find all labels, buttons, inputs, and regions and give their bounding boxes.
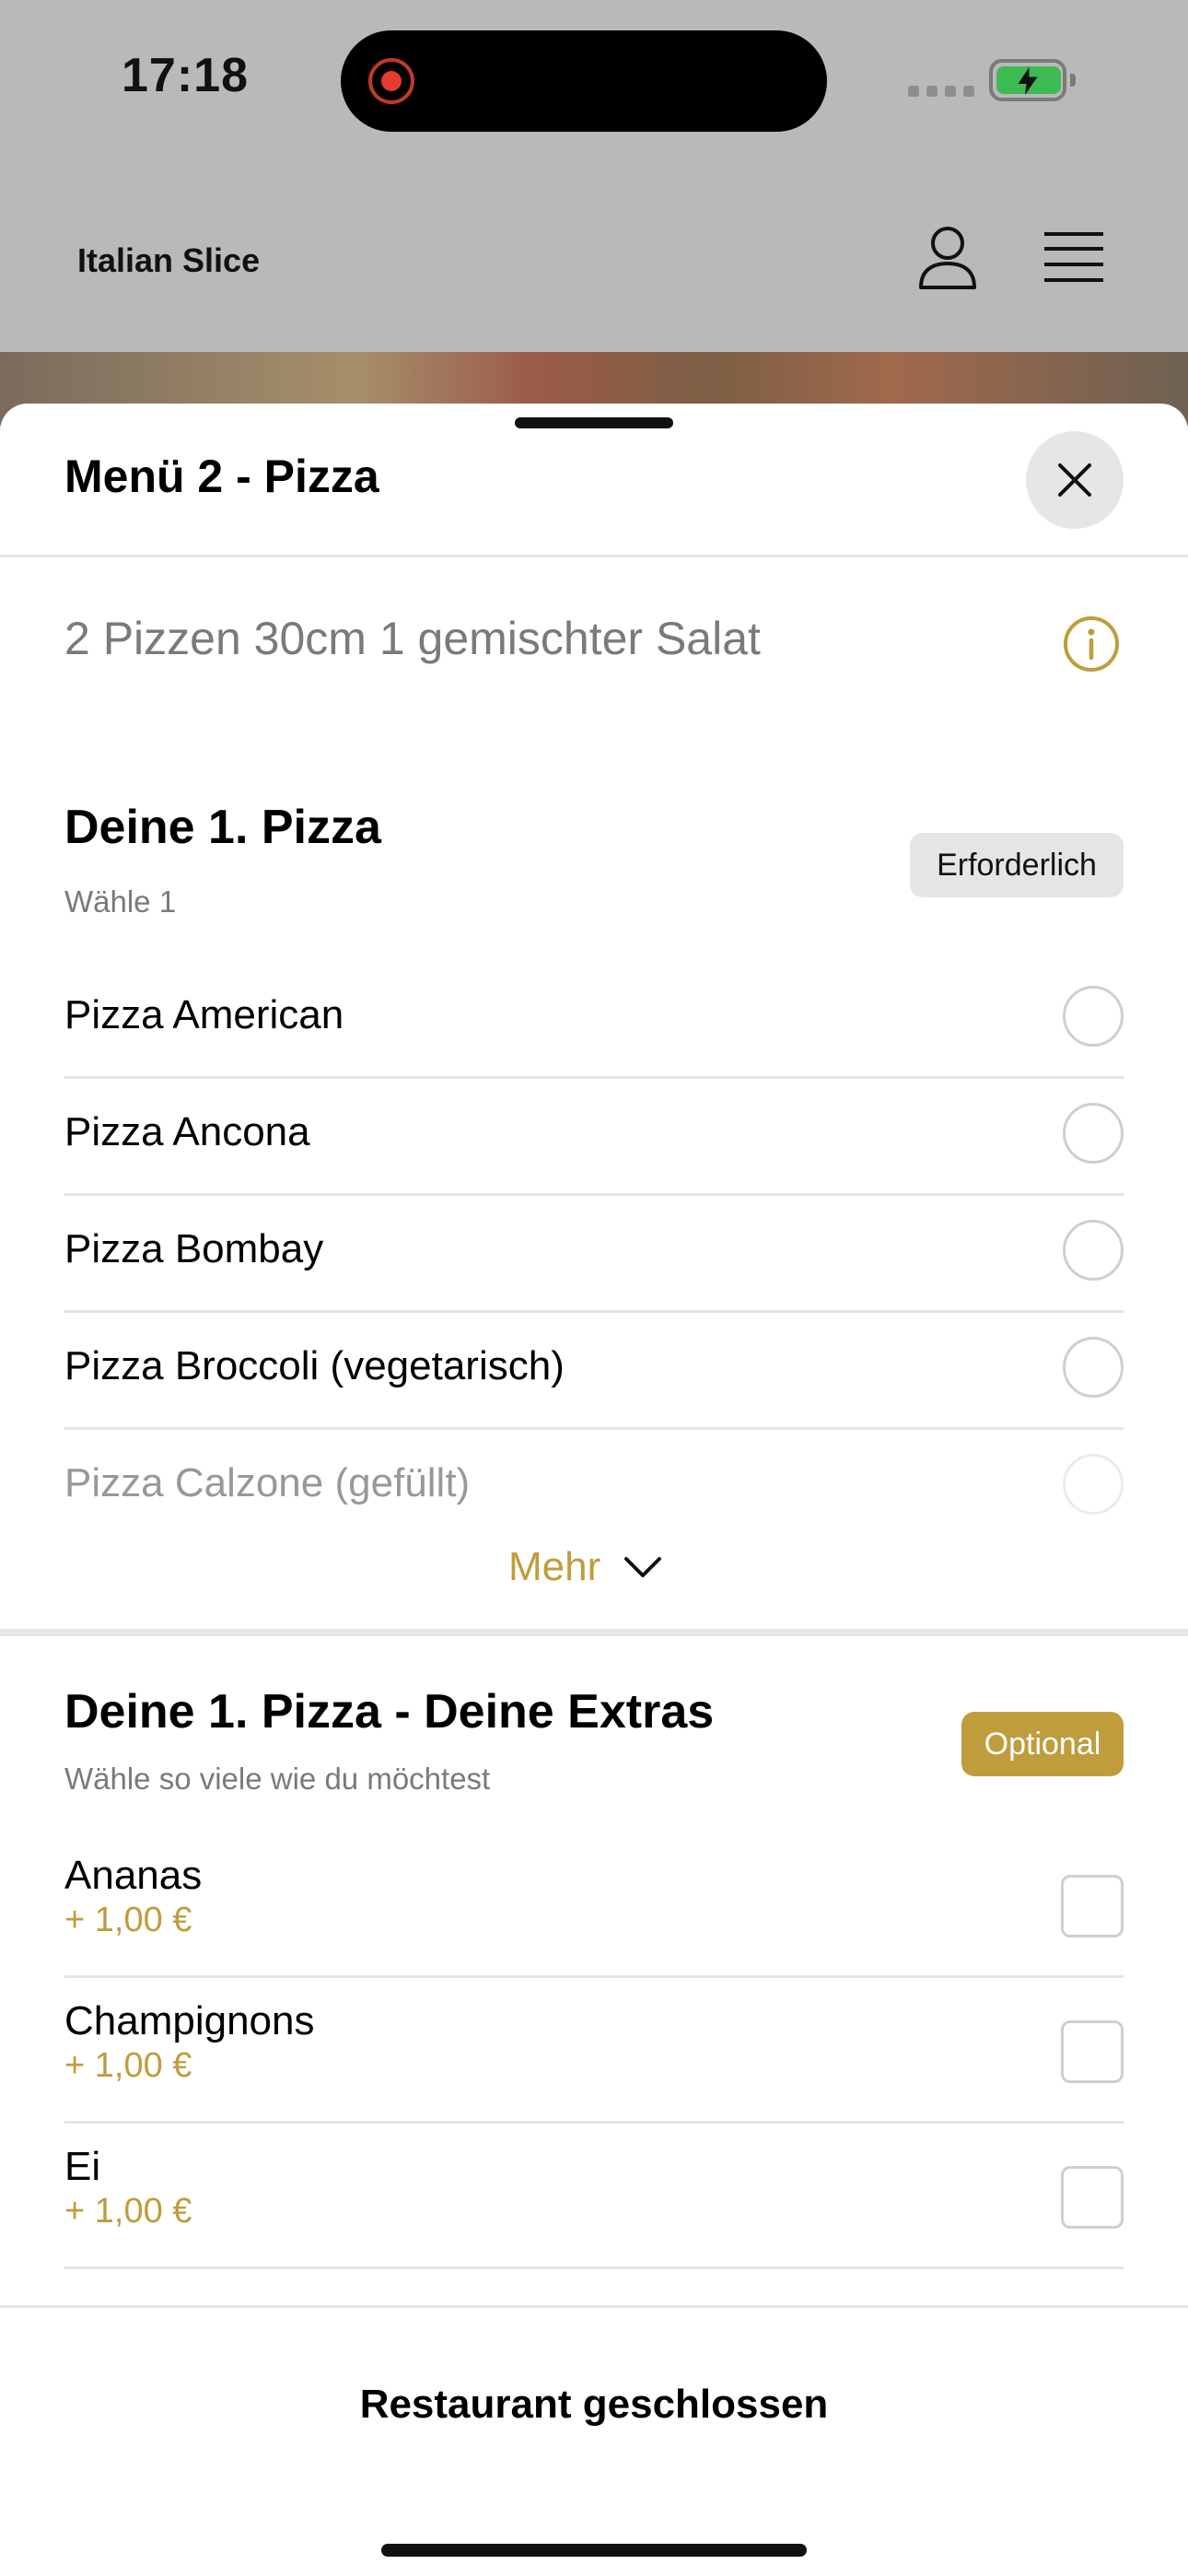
checkbox[interactable] xyxy=(1061,2020,1124,2083)
section-subtitle: Wähle 1 xyxy=(64,884,177,919)
close-button[interactable] xyxy=(1026,431,1124,529)
radio-button[interactable] xyxy=(1063,1337,1124,1398)
option-label: Ei xyxy=(64,2144,101,2189)
sheet-title: Menü 2 - Pizza xyxy=(64,451,379,502)
section-divider xyxy=(0,1629,1188,1636)
checkbox[interactable] xyxy=(1061,1875,1124,1938)
pizza-option[interactable]: Pizza Broccoli (vegetarisch) xyxy=(64,1313,1124,1430)
dynamic-island xyxy=(341,30,827,132)
section-title: Deine 1. Pizza xyxy=(64,801,381,854)
product-description: 2 Pizzen 30cm 1 gemischter Salat xyxy=(64,613,761,664)
pizza-option[interactable]: Pizza American xyxy=(64,962,1124,1079)
radio-button[interactable] xyxy=(1063,1454,1124,1515)
option-price: + 1,00 € xyxy=(64,1901,192,1939)
home-indicator[interactable] xyxy=(381,2544,807,2557)
extra-option[interactable]: Ananas + 1,00 € xyxy=(64,1832,1124,1978)
signal-icon xyxy=(908,86,974,97)
extra-option[interactable]: Champignons + 1,00 € xyxy=(64,1978,1124,2124)
option-price: + 1,00 € xyxy=(64,2046,192,2085)
chevron-down-icon xyxy=(624,1557,662,1577)
option-label: Pizza Calzone (gefüllt) xyxy=(64,1460,471,1505)
status-time: 17:18 xyxy=(122,49,249,102)
extra-option[interactable]: Ei + 1,00 € xyxy=(64,2124,1124,2269)
footer-bar: Restaurant geschlossen xyxy=(0,2305,1188,2576)
radio-button[interactable] xyxy=(1063,986,1124,1047)
app-title: Italian Slice xyxy=(77,241,261,279)
optional-badge: Optional xyxy=(961,1712,1124,1776)
pizza-option[interactable]: Pizza Bombay xyxy=(64,1196,1124,1313)
required-badge: Erforderlich xyxy=(910,833,1124,897)
option-label: Pizza Ancona xyxy=(64,1109,310,1154)
option-label: Champignons xyxy=(64,1998,315,2043)
sheet-grabber[interactable] xyxy=(515,417,673,428)
pizza-option[interactable]: Pizza Calzone (gefüllt) xyxy=(64,1430,1124,1547)
info-icon[interactable] xyxy=(1063,615,1120,673)
user-icon[interactable] xyxy=(917,225,978,291)
close-icon xyxy=(1058,463,1091,497)
battery-icon xyxy=(989,59,1076,101)
recording-indicator-icon xyxy=(368,58,414,104)
divider xyxy=(0,555,1188,557)
section-title: Deine 1. Pizza - Deine Extras xyxy=(64,1685,715,1739)
section-subtitle: Wähle so viele wie du möchtest xyxy=(64,1762,491,1796)
checkbox[interactable] xyxy=(1061,2166,1124,2229)
background-app: 17:18 Italian Slice xyxy=(0,0,1188,426)
hamburger-menu-icon[interactable] xyxy=(1042,230,1105,284)
option-label: Pizza Broccoli (vegetarisch) xyxy=(64,1343,565,1388)
radio-button[interactable] xyxy=(1063,1220,1124,1281)
show-more-button[interactable]: Mehr xyxy=(508,1544,663,1590)
radio-button[interactable] xyxy=(1063,1103,1124,1164)
option-label: Pizza American xyxy=(64,992,344,1037)
pizza-option[interactable]: Pizza Ancona xyxy=(64,1079,1124,1196)
product-sheet: Menü 2 - Pizza 2 Pizzen 30cm 1 gemischte… xyxy=(0,404,1188,2576)
show-more-label: Mehr xyxy=(508,1544,601,1589)
option-label: Pizza Bombay xyxy=(64,1226,324,1271)
option-price: + 1,00 € xyxy=(64,2192,192,2231)
restaurant-closed-label: Restaurant geschlossen xyxy=(359,2382,829,2427)
option-label: Ananas xyxy=(64,1853,203,1898)
